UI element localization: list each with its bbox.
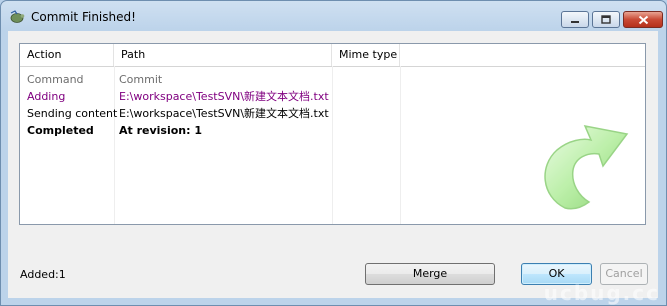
column-header-mime-type[interactable]: Mime type <box>332 44 400 66</box>
column-header-action[interactable]: Action <box>20 44 114 66</box>
minimize-icon <box>562 12 588 27</box>
merge-button[interactable]: Merge <box>365 263 495 285</box>
commit-log-list[interactable]: Action Path Mime type Command Commit Add… <box>19 43 646 225</box>
row-action: Command <box>27 73 84 86</box>
row-action: Adding <box>27 90 66 103</box>
row-path: At revision: 1 <box>119 124 203 137</box>
maximize-button[interactable] <box>592 11 620 28</box>
close-button[interactable] <box>623 11 663 28</box>
status-text: Added:1 <box>20 268 66 281</box>
watermark: ucbug.cc <box>543 281 660 305</box>
row-action: Sending content <box>27 107 118 120</box>
dialog-client-area: Action Path Mime type Command Commit Add… <box>8 31 658 298</box>
row-path: E:\workspace\TestSVN\新建文本文档.txt <box>119 90 329 103</box>
window-title: Commit Finished! <box>31 10 136 24</box>
row-action: Completed <box>27 124 94 137</box>
list-row-command[interactable]: Command Commit <box>20 71 645 88</box>
minimize-button[interactable] <box>561 11 589 28</box>
close-icon <box>624 12 662 27</box>
row-path: E:\workspace\TestSVN\新建文本文档.txt <box>119 107 329 120</box>
curved-arrow-icon <box>544 124 629 210</box>
title-bar[interactable]: Commit Finished! <box>1 1 666 31</box>
list-row-adding[interactable]: Adding E:\workspace\TestSVN\新建文本文档.txt <box>20 88 645 105</box>
row-path: Commit <box>119 73 163 86</box>
list-header: Action Path Mime type <box>20 44 645 67</box>
column-header-path[interactable]: Path <box>114 44 332 66</box>
maximize-icon <box>593 12 619 27</box>
tortoise-svn-icon <box>9 10 25 24</box>
commit-finished-window: Commit Finished! Action Path Mime type C… <box>0 0 667 306</box>
